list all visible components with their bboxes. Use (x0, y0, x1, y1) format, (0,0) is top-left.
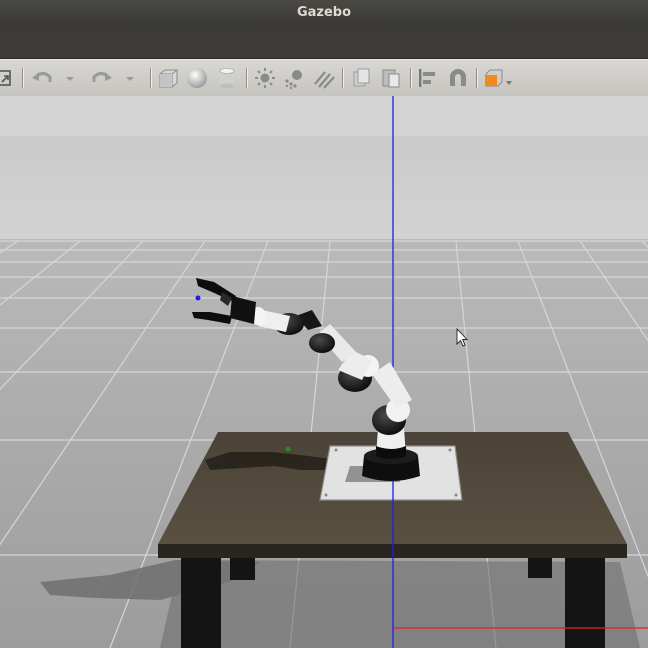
window-title: Gazebo (296, 5, 352, 20)
point-light-icon[interactable] (252, 66, 278, 90)
select-mode-icon[interactable] (0, 66, 16, 90)
menu-bar (0, 26, 648, 59)
box-shape-icon[interactable] (155, 66, 181, 90)
redo-icon[interactable] (88, 66, 114, 90)
toolbar-separator (410, 68, 412, 88)
3d-viewport[interactable] (0, 96, 648, 648)
toolbar-separator (342, 68, 344, 88)
end-effector-marker (195, 295, 201, 301)
align-icon[interactable] (415, 66, 441, 90)
scene-render (0, 96, 648, 648)
toolbar (0, 59, 648, 97)
sphere-shape-icon[interactable] (184, 66, 210, 90)
copy-icon[interactable] (348, 66, 374, 90)
toolbar-separator (246, 68, 248, 88)
toolbar-separator (150, 68, 152, 88)
toolbar-separator (22, 68, 24, 88)
spot-light-icon[interactable] (282, 66, 308, 90)
redo-history-icon[interactable] (122, 66, 138, 90)
undo-history-icon[interactable] (62, 66, 78, 90)
undo-icon[interactable] (30, 66, 56, 90)
snap-icon[interactable] (445, 66, 471, 90)
view-angle-icon[interactable] (480, 66, 514, 90)
directional-light-icon[interactable] (311, 66, 337, 90)
cylinder-shape-icon[interactable] (214, 66, 240, 90)
toolbar-separator (476, 68, 478, 88)
paste-icon[interactable] (378, 66, 404, 90)
sky-band (0, 96, 648, 136)
origin-marker (285, 446, 291, 452)
window-titlebar: Gazebo (0, 0, 648, 26)
